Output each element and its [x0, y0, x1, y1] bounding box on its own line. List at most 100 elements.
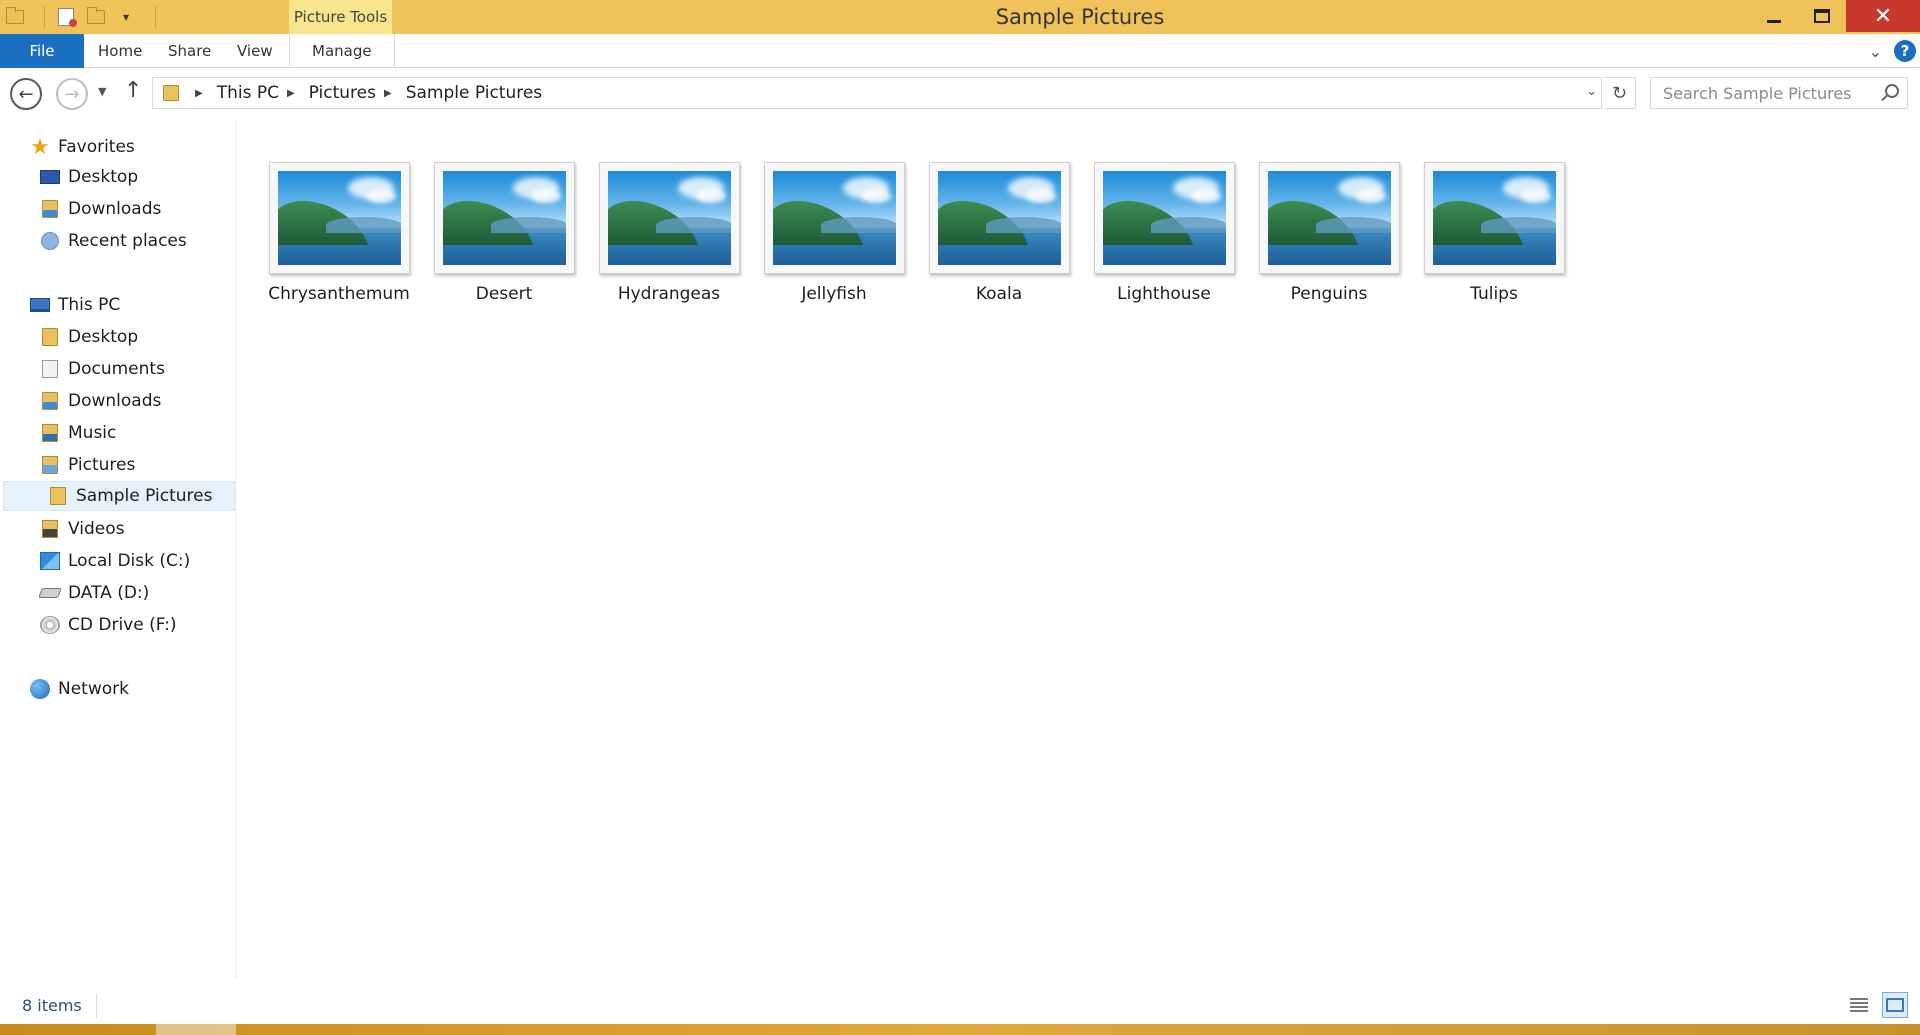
expand-ribbon-chevron-icon[interactable]: ⌄ — [1869, 42, 1882, 61]
title-bar: ▾ Picture Tools Sample Pictures ✕ — [0, 0, 1920, 34]
qat-properties-button[interactable] — [51, 4, 81, 30]
close-icon: ✕ — [1873, 3, 1893, 29]
dropdown-arrow-icon: ▾ — [122, 10, 130, 24]
nav-label: Desktop — [68, 327, 139, 347]
nav-music[interactable]: Music — [40, 418, 116, 448]
image-thumbnail — [764, 162, 905, 274]
file-tile-chrysanthemum[interactable]: Chrysanthemum — [237, 162, 410, 304]
nav-label: Downloads — [68, 391, 162, 411]
computer-icon — [30, 296, 50, 314]
nav-label: Downloads — [68, 199, 162, 219]
nav-pictures[interactable]: Pictures — [40, 450, 135, 480]
file-tile-penguins[interactable]: Penguins — [1227, 162, 1400, 304]
taskbar — [0, 1024, 1920, 1035]
nav-label: Sample Pictures — [76, 486, 213, 506]
nav-network[interactable]: Network — [30, 674, 129, 704]
address-dropdown-chevron-icon[interactable]: ⌄ — [1586, 84, 1597, 99]
nav-fav-recent-places[interactable]: Recent places — [40, 226, 187, 256]
nav-label: CD Drive (F:) — [68, 615, 177, 635]
search-icon[interactable] — [1885, 84, 1899, 98]
help-icon[interactable]: ? — [1894, 40, 1916, 62]
nav-data-d[interactable]: DATA (D:) — [38, 578, 149, 608]
file-name: Tulips — [1470, 284, 1518, 304]
navigation-bar: ← → ▼ ↑ ▶ This PC ▶ Pictures ▶ Sample Pi… — [0, 68, 1920, 120]
nav-documents[interactable]: Documents — [40, 354, 165, 384]
refresh-icon: ↻ — [1611, 82, 1628, 104]
breadcrumb-pictures[interactable]: Pictures — [309, 83, 376, 103]
nav-cd-drive-f[interactable]: CD Drive (F:) — [40, 610, 177, 640]
file-tile-lighthouse[interactable]: Lighthouse — [1062, 162, 1235, 304]
hard-drive-icon — [38, 584, 62, 602]
recent-locations-chevron-icon[interactable]: ▼ — [98, 85, 106, 98]
tab-share[interactable]: Share — [168, 34, 211, 68]
breadcrumb-this-pc[interactable]: This PC — [217, 83, 279, 103]
search-box[interactable] — [1650, 77, 1908, 109]
details-view-icon — [1850, 998, 1868, 1012]
minimize-button[interactable] — [1750, 0, 1798, 32]
status-bar: 8 items — [0, 980, 1920, 1024]
image-thumbnail — [1094, 162, 1235, 274]
pictures-folder-icon — [40, 456, 60, 474]
search-input[interactable] — [1661, 82, 1871, 104]
nav-desktop[interactable]: Desktop — [40, 322, 138, 352]
nav-local-disk-c[interactable]: Local Disk (C:) — [40, 546, 190, 576]
nav-label: Music — [68, 423, 117, 443]
image-thumbnail — [1259, 162, 1400, 274]
new-folder-icon — [87, 7, 105, 24]
up-button[interactable]: ↑ — [124, 78, 142, 103]
nav-favorites[interactable]: ★ Favorites — [30, 132, 135, 162]
details-view-button[interactable] — [1846, 992, 1872, 1018]
qat-folder-button[interactable] — [0, 4, 30, 30]
file-tile-hydrangeas[interactable]: Hydrangeas — [567, 162, 740, 304]
qat-customize-button[interactable]: ▾ — [111, 4, 141, 30]
breadcrumb-separator-icon[interactable]: ▶ — [287, 88, 295, 99]
documents-icon — [40, 360, 60, 378]
context-tab-picture-tools: Picture Tools — [289, 0, 392, 34]
properties-icon — [58, 8, 77, 27]
forward-button[interactable]: → — [56, 78, 88, 110]
file-tile-koala[interactable]: Koala — [897, 162, 1070, 304]
star-icon: ★ — [30, 134, 50, 160]
file-tile-tulips[interactable]: Tulips — [1392, 162, 1565, 304]
arrow-left-icon: ← — [18, 83, 34, 105]
restore-button[interactable] — [1798, 0, 1846, 32]
nav-label: Recent places — [68, 231, 187, 251]
nav-this-pc[interactable]: This PC — [30, 290, 120, 320]
nav-fav-desktop[interactable]: Desktop — [40, 162, 138, 192]
nav-label: Local Disk (C:) — [68, 551, 191, 571]
close-button[interactable]: ✕ — [1846, 0, 1920, 32]
quick-access-toolbar: ▾ — [0, 4, 162, 30]
large-icons-view-button[interactable] — [1882, 992, 1908, 1018]
music-folder-icon — [40, 424, 60, 442]
breadcrumb-separator-icon[interactable]: ▶ — [384, 88, 392, 99]
nav-label: This PC — [58, 295, 121, 315]
nav-sample-pictures[interactable]: Sample Pictures — [3, 481, 235, 511]
item-count: 8 items — [22, 996, 82, 1015]
refresh-button[interactable]: ↻ — [1604, 77, 1636, 109]
file-tile-jellyfish[interactable]: Jellyfish — [732, 162, 905, 304]
qat-separator-end — [155, 6, 156, 28]
back-button[interactable]: ← — [10, 78, 42, 110]
location-folder-icon — [163, 85, 179, 101]
tab-file[interactable]: File — [0, 34, 84, 68]
nav-downloads[interactable]: Downloads — [40, 386, 161, 416]
file-tile-desert[interactable]: Desert — [402, 162, 575, 304]
cd-drive-icon — [40, 616, 60, 634]
image-thumbnail — [1424, 162, 1565, 274]
image-thumbnail — [269, 162, 410, 274]
breadcrumb-separator-icon[interactable]: ▶ — [195, 88, 203, 99]
nav-fav-downloads[interactable]: Downloads — [40, 194, 161, 224]
window-title: Sample Pictures — [995, 5, 1165, 29]
nav-videos[interactable]: Videos — [40, 514, 125, 544]
breadcrumb-sample-pictures[interactable]: Sample Pictures — [406, 83, 542, 103]
large-icons-view-icon — [1886, 998, 1904, 1012]
tab-manage[interactable]: Manage — [289, 34, 395, 68]
tab-view[interactable]: View — [237, 34, 273, 68]
qat-new-folder-button[interactable] — [81, 4, 111, 30]
taskbar-explorer-button[interactable] — [156, 1024, 236, 1035]
videos-folder-icon — [40, 520, 60, 538]
image-thumbnail — [599, 162, 740, 274]
address-bar[interactable]: ▶ This PC ▶ Pictures ▶ Sample Pictures ⌄ — [152, 77, 1602, 109]
restore-icon — [1814, 9, 1830, 23]
tab-home[interactable]: Home — [98, 34, 142, 68]
